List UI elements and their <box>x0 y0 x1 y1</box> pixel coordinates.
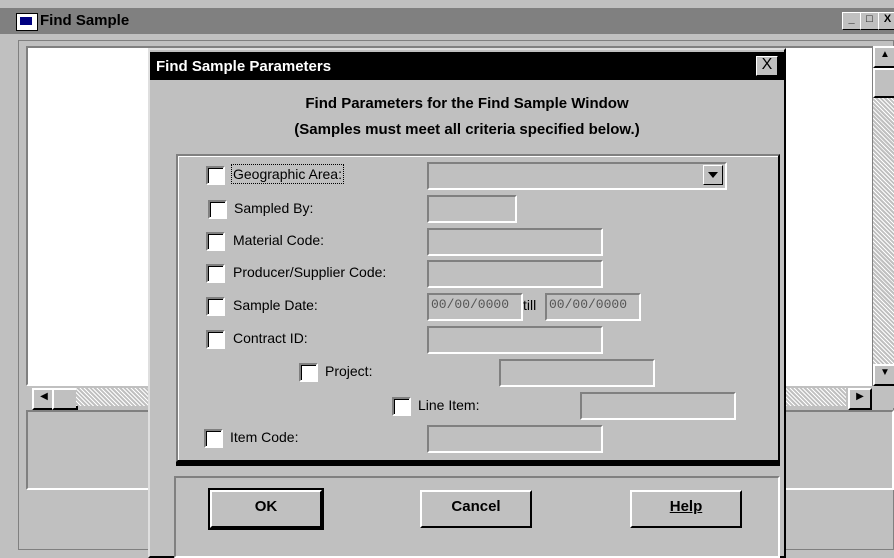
dialog-close-button[interactable]: X <box>756 56 778 76</box>
producer-supplier-code-checkbox[interactable] <box>206 264 225 283</box>
sampled-by-field[interactable] <box>427 195 517 223</box>
sample-date-label: Sample Date: <box>233 297 318 313</box>
scroll-right-icon[interactable]: ▶ <box>848 388 872 410</box>
sample-date-from-field[interactable]: 00/00/0000 <box>427 293 523 321</box>
app-icon <box>16 13 38 31</box>
item-code-field[interactable] <box>427 425 603 453</box>
geographic-area-label: Geographic Area: <box>231 164 344 184</box>
material-code-field[interactable] <box>427 228 603 256</box>
dialog-heading: Find Parameters for the Find Sample Wind… <box>305 95 629 112</box>
line-item-field[interactable] <box>580 392 736 420</box>
project-label: Project: <box>325 363 373 379</box>
contract-id-field[interactable] <box>427 326 603 354</box>
dialog-titlebar: Find Sample Parameters X <box>150 52 784 80</box>
geographic-area-dropdown[interactable] <box>427 162 727 190</box>
help-button[interactable]: Help <box>630 490 742 528</box>
scroll-up-icon[interactable]: ▲ <box>873 46 894 68</box>
till-label: till <box>523 297 537 313</box>
project-checkbox[interactable] <box>299 363 318 382</box>
geographic-area-checkbox[interactable] <box>206 166 225 185</box>
line-item-label: Line Item: <box>418 397 480 413</box>
producer-supplier-code-label: Producer/Supplier Code: <box>233 264 387 280</box>
minimize-button[interactable]: _ <box>842 12 861 30</box>
maximize-button[interactable]: □ <box>860 12 879 30</box>
sample-date-checkbox[interactable] <box>206 297 225 316</box>
contract-id-label: Contract ID: <box>233 330 308 346</box>
line-item-checkbox[interactable] <box>392 397 411 416</box>
main-window-titlebar: Find Sample _ □ X <box>0 8 894 34</box>
dialog-title: Find Sample Parameters <box>156 58 332 75</box>
vertical-scrollbar[interactable]: ▲ ▼ <box>872 46 894 386</box>
producer-supplier-code-field[interactable] <box>427 260 603 288</box>
material-code-checkbox[interactable] <box>206 232 225 251</box>
chevron-down-icon[interactable] <box>703 165 723 185</box>
item-code-checkbox[interactable] <box>204 429 223 448</box>
cancel-button[interactable]: Cancel <box>420 490 532 528</box>
sampled-by-checkbox[interactable] <box>208 200 227 219</box>
main-close-button[interactable]: X <box>878 12 894 30</box>
material-code-label: Material Code: <box>233 232 325 248</box>
item-code-label: Item Code: <box>230 429 299 445</box>
project-field[interactable] <box>499 359 655 387</box>
dialog-subheading: (Samples must meet all criteria specifie… <box>294 121 640 138</box>
scroll-thumb[interactable] <box>873 68 894 98</box>
scroll-down-icon[interactable]: ▼ <box>873 364 894 386</box>
sampled-by-label: Sampled By: <box>234 200 314 216</box>
contract-id-checkbox[interactable] <box>206 330 225 349</box>
hscroll-thumb[interactable] <box>52 388 78 410</box>
main-window-title: Find Sample <box>40 12 130 29</box>
ok-button[interactable]: OK <box>208 488 324 530</box>
sample-date-to-field[interactable]: 00/00/0000 <box>545 293 641 321</box>
